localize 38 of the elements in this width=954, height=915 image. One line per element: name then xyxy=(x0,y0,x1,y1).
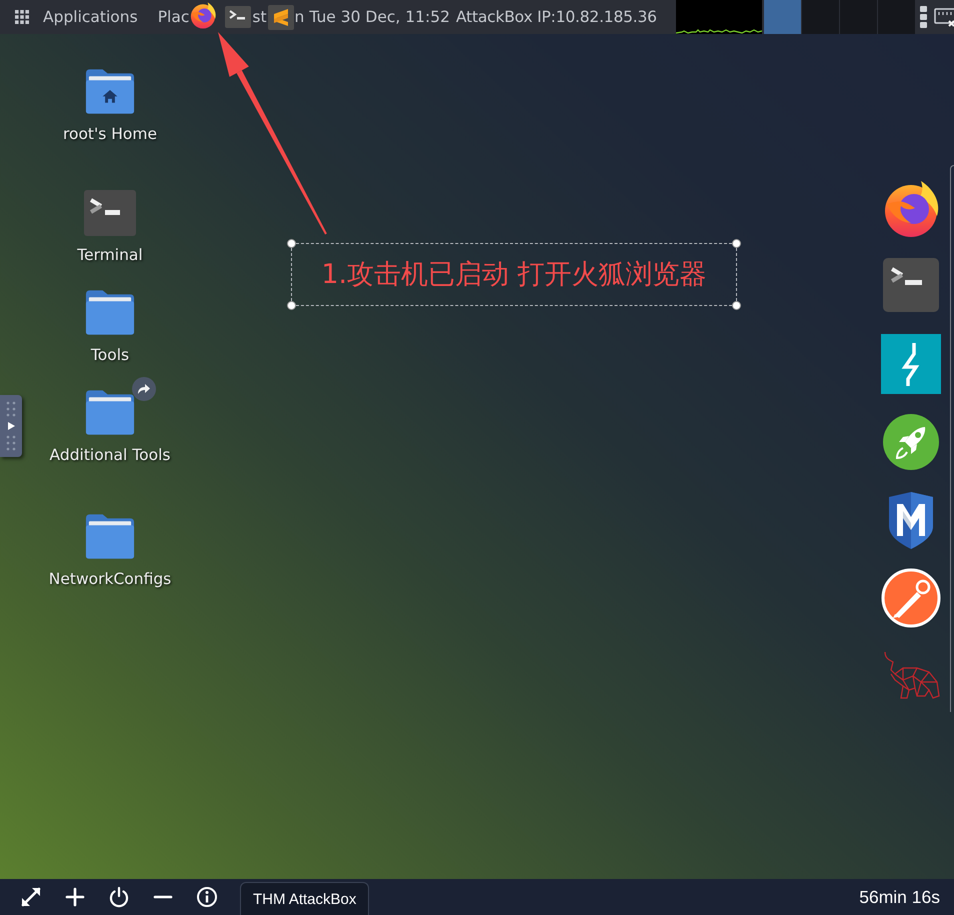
stripes-icon[interactable] xyxy=(268,4,294,30)
folder-icon[interactable] xyxy=(84,389,136,436)
places-menu[interactable]: Plac xyxy=(158,8,190,26)
more-options-icon[interactable] xyxy=(920,6,927,28)
clock: Tue 30 Dec, 11:52 xyxy=(309,8,450,26)
lightning-icon[interactable] xyxy=(881,334,941,394)
taskbar-button[interactable]: THM AttackBox xyxy=(240,882,370,915)
ip-address-label: AttackBox IP:10.82.185.36 xyxy=(456,8,657,26)
resize-handle[interactable] xyxy=(287,239,296,248)
home-folder-icon[interactable] xyxy=(84,68,136,115)
system-menu[interactable]: st xyxy=(252,8,267,26)
terminal-icon[interactable] xyxy=(84,190,136,236)
app-grid-icon[interactable] xyxy=(15,10,29,24)
folder-icon[interactable] xyxy=(84,289,136,336)
resize-handle[interactable] xyxy=(732,301,741,310)
side-panel-handle[interactable] xyxy=(0,395,22,457)
fox-globe-icon[interactable] xyxy=(189,1,218,29)
terminal-icon[interactable] xyxy=(225,6,252,28)
resize-handle[interactable] xyxy=(287,301,296,310)
icon-label: Additional Tools xyxy=(50,445,170,465)
icon-label: NetworkConfigs xyxy=(48,569,172,589)
annotation-text: 1.攻击机已启动 打开火狐浏览器 xyxy=(321,258,707,292)
resize-handle[interactable] xyxy=(732,239,741,248)
icon-label: Terminal xyxy=(77,245,143,265)
pen-icon[interactable] xyxy=(881,568,941,628)
plus-icon[interactable] xyxy=(64,886,86,908)
power-icon[interactable] xyxy=(108,886,130,908)
icon-label: Tools xyxy=(90,345,130,365)
system-menu[interactable]: n xyxy=(294,8,304,26)
rocket-icon[interactable] xyxy=(881,412,941,472)
info-icon[interactable] xyxy=(196,886,218,908)
expand-icon[interactable] xyxy=(20,886,42,908)
folder-icon[interactable] xyxy=(84,513,136,560)
grip-arrow-icon xyxy=(4,399,18,453)
network-icon[interactable] xyxy=(934,6,954,28)
icon-label: root's Home xyxy=(62,124,158,144)
session-timer: 56min 16s xyxy=(859,886,940,908)
applications-menu[interactable]: Applications xyxy=(43,8,138,26)
